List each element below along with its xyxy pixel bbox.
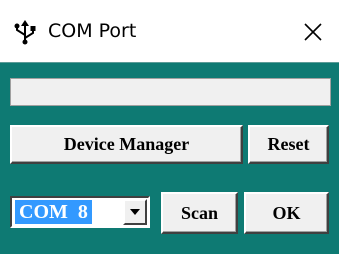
window-title: COM Port	[48, 20, 137, 42]
scan-button[interactable]: Scan	[161, 192, 238, 234]
com-port-dropdown-button[interactable]	[123, 199, 147, 225]
com-port-selected-value: COM 8	[15, 200, 92, 224]
close-icon	[304, 23, 322, 41]
reset-button[interactable]: Reset	[248, 125, 329, 164]
ok-button[interactable]: OK	[244, 192, 329, 234]
title-bar: COM Port	[0, 0, 339, 62]
com-port-select[interactable]: COM 8	[10, 196, 150, 228]
status-field	[10, 78, 331, 106]
usb-icon	[14, 20, 36, 45]
com-port-dialog: COM Port Device Manager Reset COM 8 Scan…	[0, 0, 339, 254]
device-manager-button[interactable]: Device Manager	[10, 125, 243, 164]
close-button[interactable]	[295, 14, 331, 50]
dialog-client-area: Device Manager Reset COM 8 Scan OK	[0, 62, 339, 254]
dropdown-arrow-icon	[130, 209, 140, 215]
